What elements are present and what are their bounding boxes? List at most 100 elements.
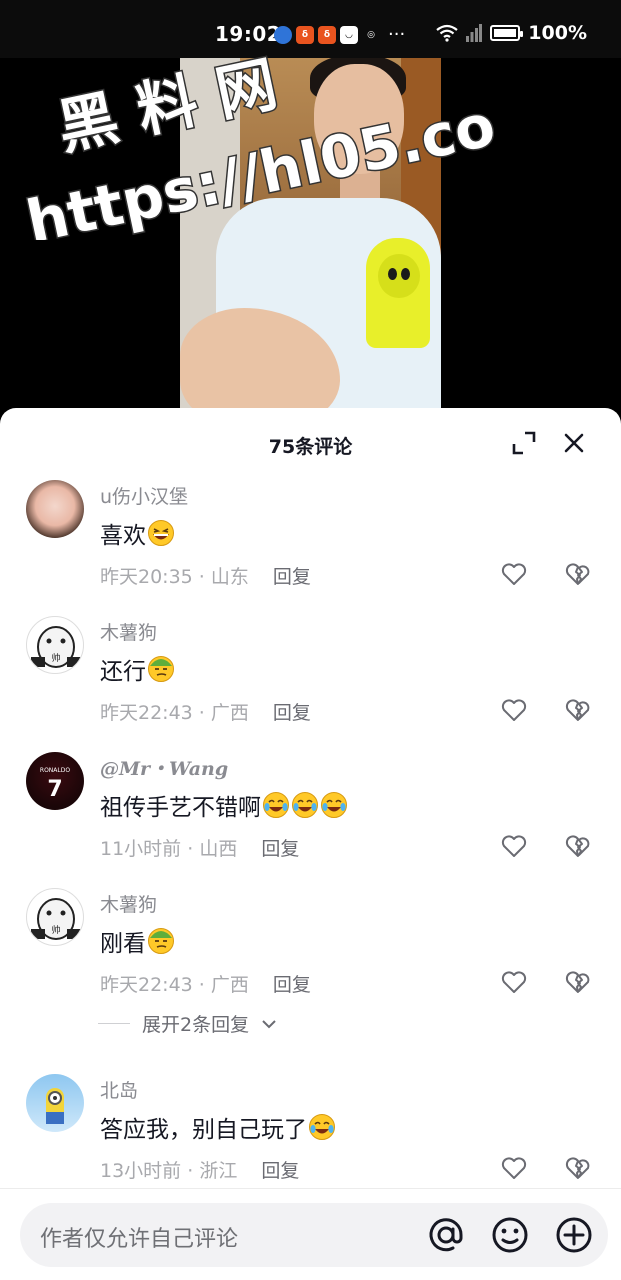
- battery-percent: 100%: [528, 22, 587, 44]
- comment-text-content: 祖传手艺不错啊: [100, 795, 261, 821]
- expand-replies-button[interactable]: 展开2条回复: [98, 1010, 277, 1037]
- video-player[interactable]: [0, 58, 621, 418]
- comment-meta: 11小时前 · 山西 回复: [100, 834, 299, 861]
- video-frame: [180, 58, 441, 418]
- comment-text: 喜欢: [100, 516, 175, 550]
- comment-author[interactable]: 北岛: [100, 1076, 138, 1103]
- avatar[interactable]: [26, 1074, 84, 1132]
- emoji-group: [146, 655, 175, 683]
- comment-author[interactable]: @Mr・Wang: [100, 754, 228, 781]
- laugh-emoji-icon: [321, 792, 347, 818]
- more-notifications-icon: ···: [388, 24, 406, 45]
- jersey-avatar-icon: RONALDO 7: [40, 767, 70, 802]
- smirk-emoji-icon: [148, 928, 174, 954]
- meta-separator: ·: [192, 702, 211, 724]
- meta-separator: ·: [181, 838, 200, 860]
- comment-text: 祖传手艺不错啊: [100, 788, 348, 822]
- chevron-down-icon: [262, 1019, 276, 1028]
- meme-avatar-icon: 帅: [31, 626, 81, 668]
- comment-location: 广西: [210, 702, 249, 724]
- broken-heart-icon[interactable]: [564, 1154, 592, 1182]
- app-notification-icon: δ: [296, 25, 314, 44]
- broken-heart-icon[interactable]: [564, 560, 592, 588]
- comment-input-placeholder: 作者仅允许自己评论: [40, 1227, 239, 1252]
- comment-text: 刚看: [100, 924, 175, 958]
- minion-avatar-icon: [46, 1088, 64, 1124]
- status-time: 19:02: [215, 22, 282, 46]
- grin-emoji-icon: [148, 520, 174, 546]
- comment-author[interactable]: u伤小汉堡: [100, 482, 188, 509]
- laugh-emoji-icon: [292, 792, 318, 818]
- comment-item: 帅 木薯狗 还行 昨天22:43 · 广西 回复: [0, 616, 621, 746]
- comment-time: 11小时前: [100, 838, 182, 860]
- svg-text:帅: 帅: [51, 652, 60, 664]
- heart-icon[interactable]: [500, 560, 528, 588]
- app-notification-icon: ◡: [340, 25, 358, 44]
- emoji-group: [146, 927, 175, 955]
- broken-heart-icon[interactable]: [564, 832, 592, 860]
- status-right: 100%: [436, 22, 587, 44]
- at-mention-icon[interactable]: [426, 1215, 466, 1255]
- comment-time: 昨天20:35: [100, 566, 193, 588]
- emoji-face-icon[interactable]: [490, 1215, 530, 1255]
- avatar[interactable]: 帅: [26, 616, 84, 674]
- broken-heart-icon[interactable]: [564, 696, 592, 724]
- meta-separator: ·: [192, 974, 211, 996]
- emoji-group: [307, 1113, 336, 1141]
- comment-location: 广西: [210, 974, 249, 996]
- close-icon[interactable]: [561, 430, 587, 456]
- svg-text:7: 7: [47, 777, 62, 802]
- reply-button[interactable]: 回复: [273, 974, 311, 996]
- comment-item: 帅 木薯狗 刚看 昨天22:43 · 广西 回复: [0, 888, 621, 1018]
- svg-text:RONALDO: RONALDO: [40, 767, 70, 774]
- meta-separator: ·: [181, 1160, 200, 1182]
- broken-heart-icon[interactable]: [564, 968, 592, 996]
- comment-text: 还行: [100, 652, 175, 686]
- video-person-head: [314, 64, 404, 174]
- comment-text-content: 喜欢: [100, 523, 146, 549]
- comment-author[interactable]: 木薯狗: [100, 618, 157, 645]
- plus-icon[interactable]: [554, 1215, 594, 1255]
- expand-replies-label: 展开2条回复: [142, 1014, 250, 1036]
- hotspot-icon: ◎: [367, 29, 375, 40]
- emoji-group: [146, 519, 175, 547]
- reply-button[interactable]: 回复: [261, 1160, 299, 1182]
- comment-meta: 昨天20:35 · 山东 回复: [100, 562, 311, 589]
- wifi-icon: [436, 24, 458, 42]
- comment-location: 山西: [199, 838, 238, 860]
- heart-icon[interactable]: [500, 696, 528, 724]
- comment-location: 浙江: [199, 1160, 238, 1182]
- status-bar: 19:02 δ δ ◡ ◎ ··· 100%: [0, 0, 621, 62]
- comment-author[interactable]: 木薯狗: [100, 890, 157, 917]
- comment-item: u伤小汉堡 喜欢 昨天20:35 · 山东 回复: [0, 480, 621, 610]
- comment-text: 答应我，别自己玩了: [100, 1110, 336, 1144]
- comment-item: 北岛 答应我，别自己玩了 13小时前 · 浙江 回复: [0, 1074, 621, 1204]
- meta-separator: ·: [192, 566, 211, 588]
- emoji-group: [261, 791, 348, 819]
- meme-avatar-icon: 帅: [31, 898, 81, 940]
- comment-text-content: 答应我，别自己玩了: [100, 1117, 307, 1143]
- comment-time: 13小时前: [100, 1160, 182, 1182]
- signal-icon: [466, 24, 483, 42]
- comment-input[interactable]: 作者仅允许自己评论: [20, 1203, 608, 1267]
- comment-meta: 昨天22:43 · 广西 回复: [100, 698, 311, 725]
- heart-icon[interactable]: [500, 968, 528, 996]
- reply-button[interactable]: 回复: [261, 838, 299, 860]
- avatar[interactable]: RONALDO 7: [26, 752, 84, 810]
- avatar[interactable]: [26, 480, 84, 538]
- comment-time: 昨天22:43: [100, 702, 193, 724]
- heart-icon[interactable]: [500, 1154, 528, 1182]
- avatar[interactable]: 帅: [26, 888, 84, 946]
- notification-icons: δ δ ◡ ◎ ···: [274, 24, 405, 45]
- reply-button[interactable]: 回复: [273, 566, 311, 588]
- comment-location: 山东: [210, 566, 249, 588]
- heart-icon[interactable]: [500, 832, 528, 860]
- comment-item: RONALDO 7 @Mr・Wang 祖传手艺不错啊 11小时前 · 山西 回复: [0, 752, 621, 882]
- smirk-emoji-icon: [148, 656, 174, 682]
- reply-button[interactable]: 回复: [273, 702, 311, 724]
- expand-icon[interactable]: [511, 430, 537, 456]
- comment-meta: 13小时前 · 浙江 回复: [100, 1156, 299, 1183]
- comment-text-content: 还行: [100, 659, 146, 685]
- expand-line: [98, 1023, 130, 1024]
- comment-text-content: 刚看: [100, 931, 146, 957]
